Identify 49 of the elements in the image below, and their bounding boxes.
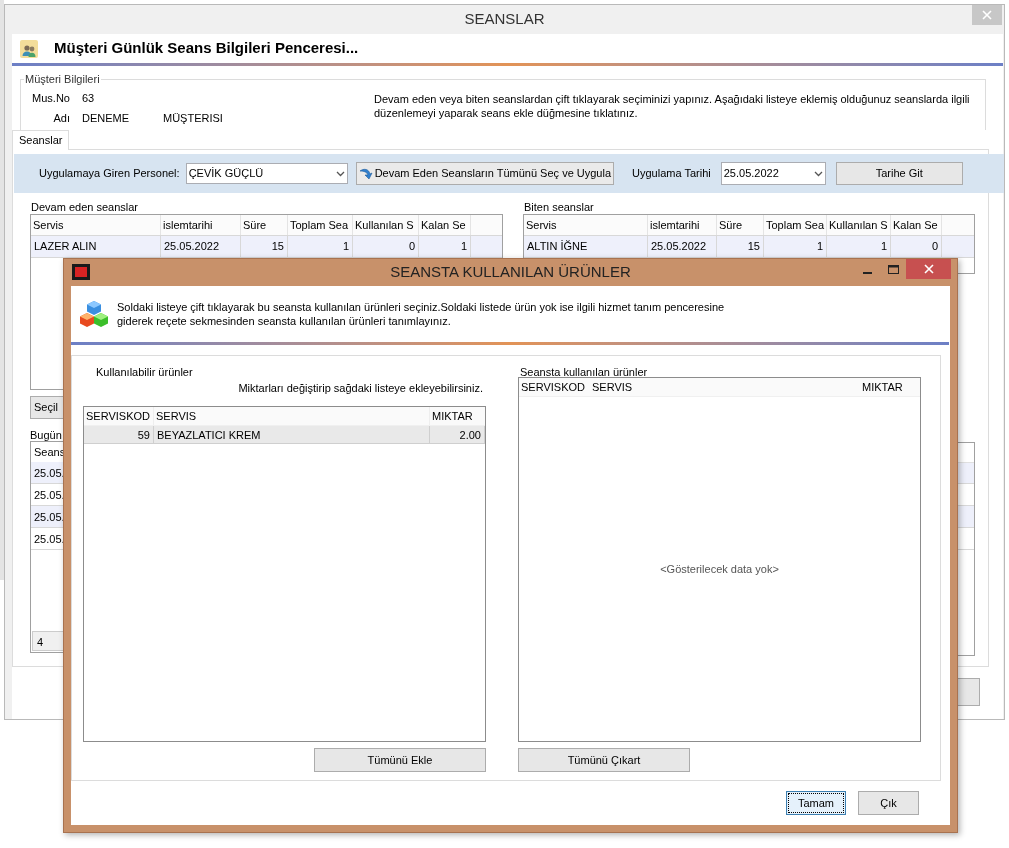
field-label: Mus.No [31,90,70,106]
window-heading: Müşteri Günlük Seans Bilgileri Penceresi... [54,38,359,59]
go-to-date-button[interactable]: Tarihe Git [835,162,963,185]
hint-text: Miktarları değiştirip sağdaki listeye ekleyebilirsiniz. [238,381,484,396]
table-row[interactable]: LAZER ALIN 25.05.2022 15 1 0 1 [31,235,502,258]
dialog-button[interactable]: Çık [858,791,919,815]
instructions-text: Devam eden veya biten seanslardan çift tıklayarak seçiminizi yapınız. Aşağıdaki listeye eklemiş olduğunuz seanslarda ilgili düzenlemeyi yaparak seans ekle düğmesine tıklatınız. [374,92,971,121]
window-title: SEANSLAR [464,9,545,30]
dialog-title: SEANSTA KULLANILAN ÜRÜNLER [390,262,631,283]
add-all-button[interactable]: Tümünü Ekle [314,748,486,772]
close-icon [982,10,992,20]
group-legend: Müşteri Bilgileri [24,72,101,86]
chevron-down-icon [335,170,345,177]
app-icon [72,264,90,280]
instructions-text: Soldaki listeye çift tıklayarak bu seansta kullanılan ürünleri seçiniz.Soldaki listede ürün yok ise ilgili hizmet tanım penceresine giderek reçete sekmesinden seansta kullanılan ürünleri tanımlayınız. [117,300,725,328]
column-header: MIKTAR [861,380,904,395]
users-icon [20,39,38,58]
chevron-down-icon [813,170,823,177]
minimize-icon [862,272,872,274]
section-label: Biten seanslar [523,200,595,214]
tab[interactable]: Seanslar [12,130,70,150]
close-icon [923,264,934,274]
field-value: 63 [81,90,96,106]
section-label: Devam eden seanslar [30,200,139,214]
column-header: SERVISKOD [84,407,154,425]
date-dropdown[interactable]: 25.05.2022 [720,162,826,185]
column-header: MIKTAR [431,409,474,424]
field-value: MÜŞTERISI [163,110,223,126]
staff-dropdown[interactable]: ÇEVİK GÜÇLÜ [185,163,348,184]
section-label: Seansta kullanılan ürünler [519,365,649,377]
apply-all-button[interactable]: Devam Eden Seansların Tümünü Seç ve Uygula [355,162,615,185]
dialog-button[interactable]: Tamam [786,791,846,815]
section-label: Bugün [30,428,62,441]
column-header: SERVIS [591,380,634,395]
close-button[interactable] [906,259,951,279]
column-header: SERVISKOD [520,380,586,395]
table-row[interactable]: 59 BEYAZLATICI KREM 2.00 [84,426,485,444]
field-label: Uygulamaya Giren Personel: [39,166,180,182]
cubes-icon [79,300,109,328]
arrow-icon [358,166,373,181]
column-header: SERVIS [154,407,430,425]
remove-all-button[interactable]: Tümünü Çıkart [518,748,690,772]
section-label: Kullanılabilir ürünler [95,365,194,380]
table-row[interactable]: ALTIN İĞNE 25.05.2022 15 1 1 0 [524,235,974,258]
field-value: DENEME [81,110,131,126]
field-label: Uygulama Tarihi [632,166,711,182]
maximize-icon [887,264,899,274]
empty-message: <Gösterilecek data yok> [660,561,779,577]
field-label: Adı [52,110,70,126]
